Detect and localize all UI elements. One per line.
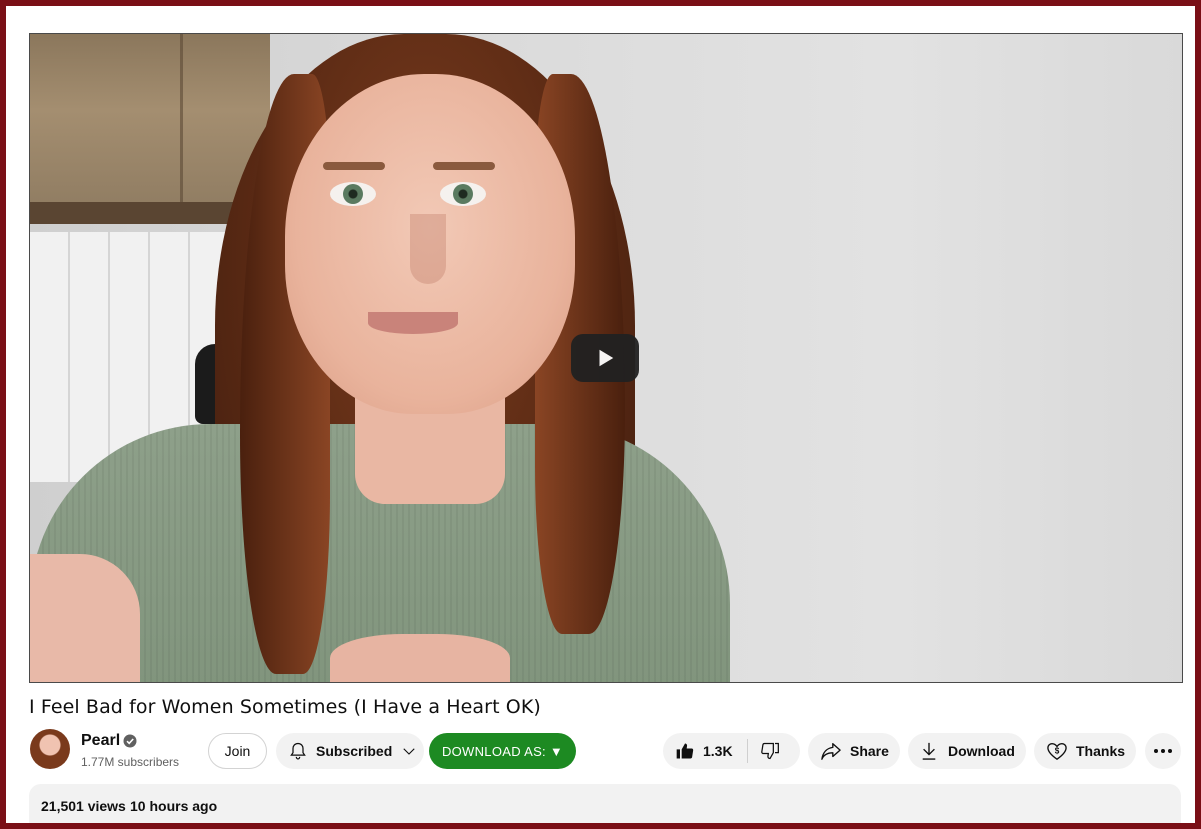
play-button[interactable]: [571, 334, 639, 382]
like-dislike-bar[interactable]: 1.3K: [663, 733, 800, 769]
channel-avatar[interactable]: [30, 729, 70, 769]
download-as-button[interactable]: DOWNLOAD AS: ▼: [429, 733, 576, 769]
more-actions-button[interactable]: [1145, 733, 1181, 769]
verified-check-icon: [123, 734, 137, 748]
chevron-down-icon: [400, 742, 418, 760]
subscribed-label: Subscribed: [316, 743, 393, 759]
video-eye-left: [330, 182, 376, 206]
like-divider: [746, 739, 748, 763]
bell-icon: [288, 741, 308, 761]
description-box[interactable]: 21,501 views 10 hours ago: [29, 784, 1181, 823]
video-chest: [330, 634, 510, 682]
upload-time: 10 hours ago: [130, 798, 218, 814]
thumbs-down-icon[interactable]: [760, 741, 780, 761]
view-count: 21,501 views: [41, 798, 126, 814]
thanks-label: Thanks: [1076, 743, 1126, 759]
like-count: 1.3K: [703, 743, 733, 759]
share-button[interactable]: Share: [808, 733, 900, 769]
thanks-button[interactable]: $ Thanks: [1034, 733, 1136, 769]
join-label: Join: [224, 743, 251, 759]
video-brow-left: [323, 162, 385, 170]
page-frame: I Feel Bad for Women Sometimes (I Have a…: [6, 6, 1195, 823]
subscribed-button[interactable]: Subscribed: [276, 733, 424, 769]
video-title: I Feel Bad for Women Sometimes (I Have a…: [29, 696, 541, 718]
share-label: Share: [850, 743, 889, 759]
heart-dollar-icon: $: [1046, 741, 1068, 761]
more-horizontal-icon: [1153, 748, 1173, 754]
subscriber-count: 1.77M subscribers: [81, 755, 180, 769]
video-nose: [410, 214, 446, 284]
video-player[interactable]: [29, 33, 1183, 683]
download-button[interactable]: Download: [908, 733, 1026, 769]
video-mouth: [368, 312, 458, 334]
share-icon: [820, 741, 842, 761]
thumbs-up-icon[interactable]: [675, 741, 695, 761]
video-eye-right: [440, 182, 486, 206]
join-button[interactable]: Join: [208, 733, 267, 769]
video-arm: [30, 554, 140, 682]
channel-name[interactable]: Pearl: [81, 732, 120, 750]
download-label: Download: [948, 743, 1015, 759]
video-brow-right: [433, 162, 495, 170]
download-as-label: DOWNLOAD AS: ▼: [441, 743, 564, 759]
play-icon: [594, 347, 616, 369]
svg-text:$: $: [1055, 747, 1060, 756]
download-icon: [920, 741, 938, 761]
